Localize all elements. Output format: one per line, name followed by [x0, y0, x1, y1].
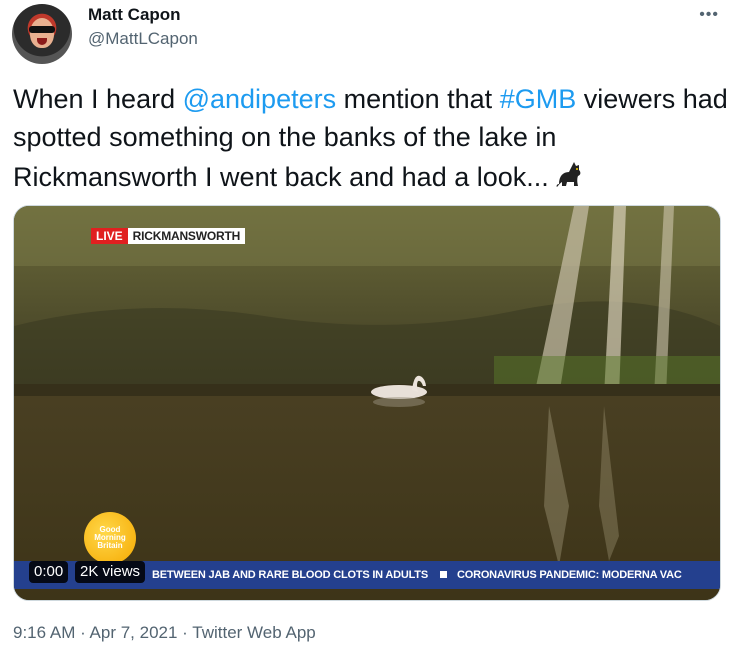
author-handle[interactable]: @MattLCapon — [88, 29, 198, 49]
ticker-headline: CORONAVIRUS PANDEMIC: MODERNA VAC — [456, 569, 682, 581]
meta-separator: · — [75, 623, 90, 642]
more-dots-icon[interactable]: ••• — [699, 6, 719, 24]
tweet-time[interactable]: 9:16 AM — [13, 623, 75, 642]
video-player[interactable]: LIVE RICKMANSWORTH Good Morning Britain … — [13, 205, 721, 601]
author-name[interactable]: Matt Capon — [88, 5, 181, 25]
avatar-glasses — [29, 26, 55, 33]
live-banner: LIVE RICKMANSWORTH — [91, 228, 246, 244]
ticker-separator — [439, 571, 447, 579]
tweet-source[interactable]: Twitter Web App — [192, 623, 315, 642]
gmb-logo: Good Morning Britain — [84, 512, 136, 564]
view-count: 2K views — [75, 561, 146, 583]
location-label: RICKMANSWORTH — [127, 228, 246, 244]
black-cat-icon — [553, 156, 587, 200]
tweet-date[interactable]: Apr 7, 2021 — [90, 623, 178, 642]
live-tag: LIVE — [91, 228, 128, 244]
tweet-meta: 9:16 AM · Apr 7, 2021 · Twitter Web App — [13, 623, 316, 643]
mention-link[interactable]: @andipeters — [183, 84, 337, 114]
ticker-headline: BETWEEN JAB AND RARE BLOOD CLOTS IN ADUL… — [152, 569, 428, 581]
tweet-text-part: mention that — [336, 84, 500, 114]
video-timer: 0:00 — [29, 561, 69, 583]
tweet-text-part: When I heard — [13, 84, 183, 114]
meta-separator: · — [177, 623, 193, 642]
tweet-text: When I heard @andipeters mention that #G… — [13, 80, 728, 200]
hashtag-link[interactable]: #GMB — [500, 84, 577, 114]
ticker-text: BETWEEN JAB AND RARE BLOOD CLOTS IN ADUL… — [152, 561, 682, 589]
avatar[interactable] — [12, 4, 72, 64]
